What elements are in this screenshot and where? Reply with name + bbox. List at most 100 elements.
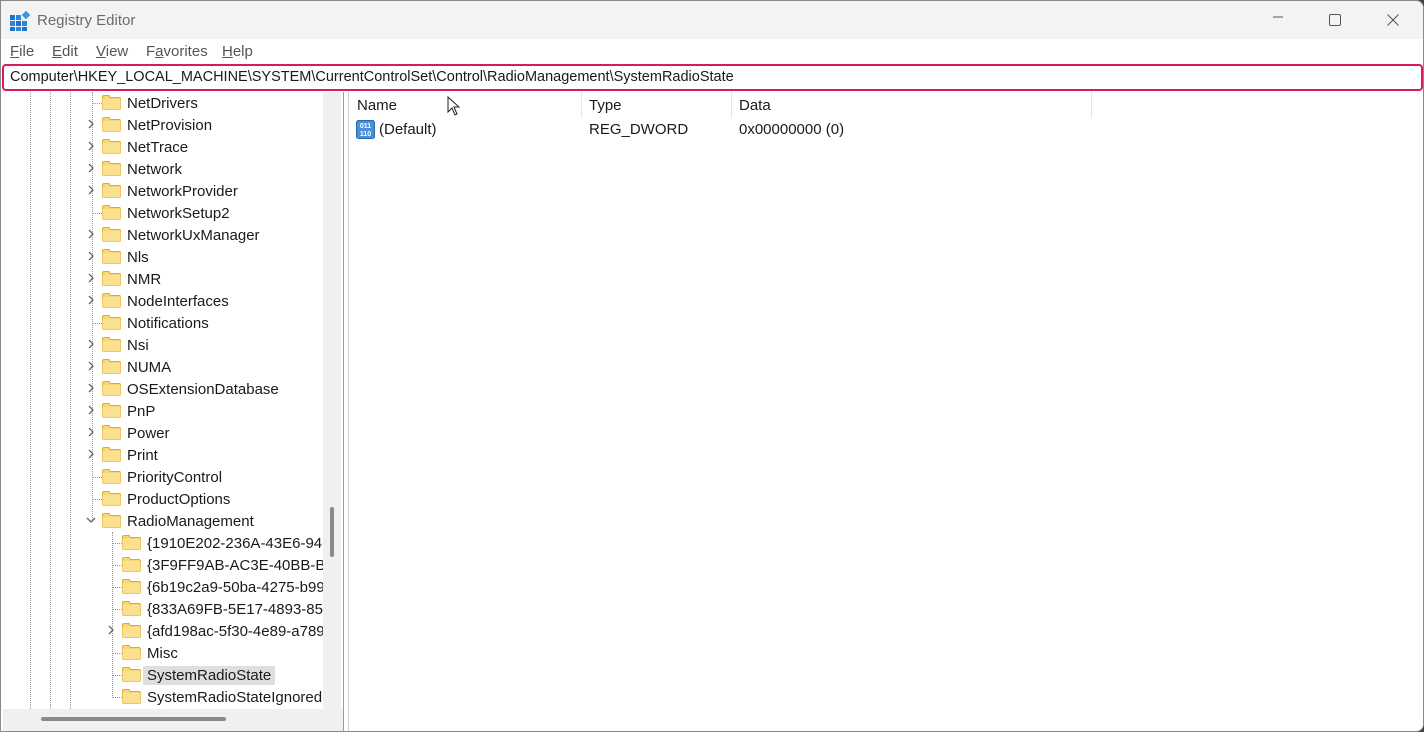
chevron-right-icon[interactable] xyxy=(85,294,97,308)
tree-item[interactable]: Notifications xyxy=(3,312,323,334)
title-bar[interactable]: Registry Editor xyxy=(1,1,1423,39)
tree-item-label[interactable]: NetworkProvider xyxy=(123,182,242,201)
chevron-right-icon[interactable] xyxy=(85,404,97,418)
tree-item-label[interactable]: {6b19c2a9-50ba-4275-b99 xyxy=(143,578,323,597)
maximize-button[interactable] xyxy=(1306,1,1364,39)
column-header-name[interactable]: Name xyxy=(350,92,581,118)
tree-item-label[interactable]: OSExtensionDatabase xyxy=(123,380,283,399)
tree-item[interactable]: Misc xyxy=(3,642,323,664)
folder-icon xyxy=(102,513,121,528)
menu-file[interactable]: File xyxy=(10,43,34,60)
column-header-data-label: Data xyxy=(739,97,771,114)
tree-item-label[interactable]: {afd198ac-5f30-4e89-a789 xyxy=(143,622,323,641)
tree-item[interactable]: {afd198ac-5f30-4e89-a789 xyxy=(3,620,323,642)
tree-item[interactable]: OSExtensionDatabase xyxy=(3,378,323,400)
menu-edit[interactable]: Edit xyxy=(52,43,78,60)
chevron-right-icon[interactable] xyxy=(85,426,97,440)
tree-item[interactable]: NetworkUxManager xyxy=(3,224,323,246)
menu-help[interactable]: Help xyxy=(222,43,253,60)
tree-item[interactable]: {6b19c2a9-50ba-4275-b99 xyxy=(3,576,323,598)
chevron-right-icon[interactable] xyxy=(85,228,97,242)
tree-horizontal-scroll-thumb[interactable] xyxy=(41,717,226,721)
tree-item-label[interactable]: NetProvision xyxy=(123,116,216,135)
address-path[interactable]: Computer\HKEY_LOCAL_MACHINE\SYSTEM\Curre… xyxy=(10,69,734,85)
tree-item[interactable]: Network xyxy=(3,158,323,180)
tree-item[interactable]: PnP xyxy=(3,400,323,422)
menu-favorites[interactable]: Favorites xyxy=(146,43,208,60)
tree-item[interactable]: SystemRadioState xyxy=(3,664,323,686)
tree-item[interactable]: PriorityControl xyxy=(3,466,323,488)
chevron-right-icon[interactable] xyxy=(85,184,97,198)
chevron-right-icon[interactable] xyxy=(85,448,97,462)
svg-text:011: 011 xyxy=(360,123,371,130)
chevron-right-icon[interactable] xyxy=(85,360,97,374)
value-type: REG_DWORD xyxy=(589,121,689,138)
tree-item[interactable]: SystemRadioStateIgnored xyxy=(3,686,323,708)
tree-item[interactable]: NUMA xyxy=(3,356,323,378)
menu-view[interactable]: View xyxy=(96,43,128,60)
tree-item-label[interactable]: Print xyxy=(123,446,162,465)
tree-item[interactable]: NetProvision xyxy=(3,114,323,136)
tree-item-label[interactable]: PriorityControl xyxy=(123,468,226,487)
tree-item[interactable]: NetTrace xyxy=(3,136,323,158)
chevron-right-icon[interactable] xyxy=(85,272,97,286)
tree-item-label[interactable]: SystemRadioState xyxy=(143,666,276,685)
chevron-right-icon[interactable] xyxy=(85,162,97,176)
tree-item-label[interactable]: Notifications xyxy=(123,314,213,333)
tree-item-label[interactable]: Nls xyxy=(123,248,153,267)
tree-item[interactable]: Nsi xyxy=(3,334,323,356)
tree-item-label[interactable]: NetDrivers xyxy=(123,94,202,113)
close-button[interactable] xyxy=(1364,1,1422,39)
tree-item[interactable]: NetDrivers xyxy=(3,92,323,114)
menu-file-rest: ile xyxy=(19,43,35,60)
tree-item-label[interactable]: PnP xyxy=(123,402,159,421)
chevron-right-icon[interactable] xyxy=(85,118,97,132)
tree-item[interactable]: Print xyxy=(3,444,323,466)
pane-splitter[interactable] xyxy=(343,92,349,731)
tree-item-label[interactable]: {3F9FF9AB-AC3E-40BB-BB( xyxy=(143,556,323,575)
registry-editor-icon xyxy=(10,11,30,31)
column-separator[interactable] xyxy=(1091,92,1092,118)
column-header-type[interactable]: Type xyxy=(582,92,732,118)
chevron-down-icon[interactable] xyxy=(85,514,97,528)
tree-item-label[interactable]: SystemRadioStateIgnored xyxy=(143,688,323,707)
chevron-right-icon[interactable] xyxy=(85,338,97,352)
minimize-button[interactable] xyxy=(1249,1,1307,39)
tree-item[interactable]: NMR xyxy=(3,268,323,290)
chevron-right-icon[interactable] xyxy=(85,382,97,396)
folder-icon xyxy=(102,183,121,198)
tree-item[interactable]: RadioManagement xyxy=(3,510,323,532)
tree-item-label[interactable]: ProductOptions xyxy=(123,490,234,509)
tree-vertical-scroll-thumb[interactable] xyxy=(330,507,334,557)
tree-item[interactable]: {833A69FB-5E17-4893-85A xyxy=(3,598,323,620)
tree-item-label[interactable]: NetworkUxManager xyxy=(123,226,264,245)
tree-item-label[interactable]: NodeInterfaces xyxy=(123,292,233,311)
tree-item[interactable]: ProductOptions xyxy=(3,488,323,510)
tree-item-label[interactable]: Power xyxy=(123,424,174,443)
tree-item-label[interactable]: NetTrace xyxy=(123,138,192,157)
tree-item[interactable]: Power xyxy=(3,422,323,444)
tree-item[interactable]: {1910E202-236A-43E6-946 xyxy=(3,532,323,554)
tree-item-label[interactable]: RadioManagement xyxy=(123,512,258,531)
tree-item-label[interactable]: Misc xyxy=(143,644,182,663)
chevron-right-icon[interactable] xyxy=(105,624,117,638)
tree-item-label[interactable]: {833A69FB-5E17-4893-85A xyxy=(143,600,323,619)
tree-item-label[interactable]: Nsi xyxy=(123,336,153,355)
chevron-right-icon[interactable] xyxy=(85,250,97,264)
column-header-data[interactable]: Data xyxy=(732,92,1092,118)
address-bar[interactable]: Computer\HKEY_LOCAL_MACHINE\SYSTEM\Curre… xyxy=(2,64,1423,91)
tree-item[interactable]: Nls xyxy=(3,246,323,268)
tree-item[interactable]: {3F9FF9AB-AC3E-40BB-BB( xyxy=(3,554,323,576)
menu-bar: File Edit View Favorites Help xyxy=(1,39,1423,63)
tree-item-label[interactable]: NMR xyxy=(123,270,165,289)
tree-item-label[interactable]: NetworkSetup2 xyxy=(123,204,234,223)
tree-item-label[interactable]: Network xyxy=(123,160,186,179)
tree-item[interactable]: NetworkProvider xyxy=(3,180,323,202)
tree-item[interactable]: NodeInterfaces xyxy=(3,290,323,312)
chevron-right-icon[interactable] xyxy=(85,140,97,154)
tree-item[interactable]: NetworkSetup2 xyxy=(3,202,323,224)
tree-vertical-scrollbar[interactable] xyxy=(323,92,341,709)
value-row[interactable]: 011 110 (Default) REG_DWORD 0x00000000 (… xyxy=(350,119,1250,141)
tree-item-label[interactable]: NUMA xyxy=(123,358,175,377)
tree-item-label[interactable]: {1910E202-236A-43E6-946 xyxy=(143,534,323,553)
